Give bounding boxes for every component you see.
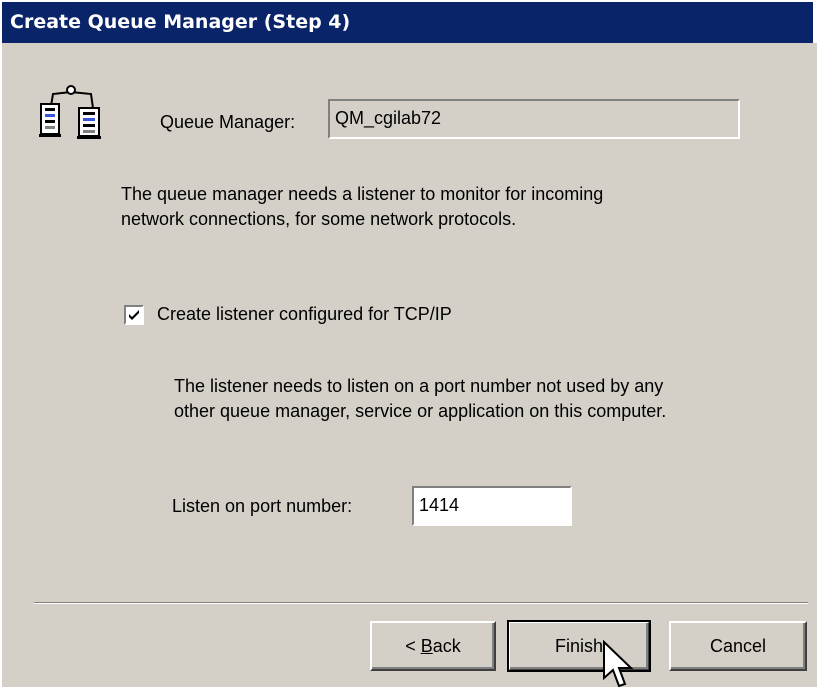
port-number-value: 1414 (419, 495, 460, 515)
port-number-input[interactable]: 1414 (412, 486, 572, 526)
back-button[interactable]: < Back (370, 621, 496, 671)
tcp-listener-checkbox[interactable] (124, 305, 144, 325)
queue-manager-value: QM_cgilab72 (335, 108, 442, 128)
port-label: Listen on port number: (172, 496, 353, 516)
listener-description-line-2: network connections, for some network pr… (121, 209, 517, 229)
queue-manager-label: Queue Manager: (160, 112, 296, 132)
cancel-button[interactable]: Cancel (669, 621, 807, 671)
port-description-line-1: The listener needs to listen on a port n… (174, 376, 664, 396)
back-button-suffix: ack (432, 635, 461, 656)
mouse-pointer-icon (603, 640, 634, 688)
button-separator (34, 602, 808, 604)
dialog-title: Create Queue Manager (Step 4) (2, 2, 817, 43)
queue-manager-icon (39, 85, 101, 139)
port-description-line-2: other queue manager, service or applicat… (174, 401, 667, 421)
cancel-button-label: Cancel (709, 635, 767, 656)
back-button-prefix: < (405, 635, 421, 656)
finish-button-label: Finish (554, 635, 603, 656)
title-bar-edge (813, 2, 817, 43)
queue-manager-field: QM_cgilab72 (328, 99, 740, 139)
checkmark-icon (129, 310, 139, 320)
tcp-listener-label[interactable]: Create listener configured for TCP/IP (157, 304, 452, 325)
back-button-mnemonic: B (420, 635, 433, 656)
listener-description-line-1: The queue manager needs a listener to mo… (121, 184, 604, 204)
create-queue-manager-dialog: Create Queue Manager (Step 4) Queue Mana… (0, 0, 817, 688)
